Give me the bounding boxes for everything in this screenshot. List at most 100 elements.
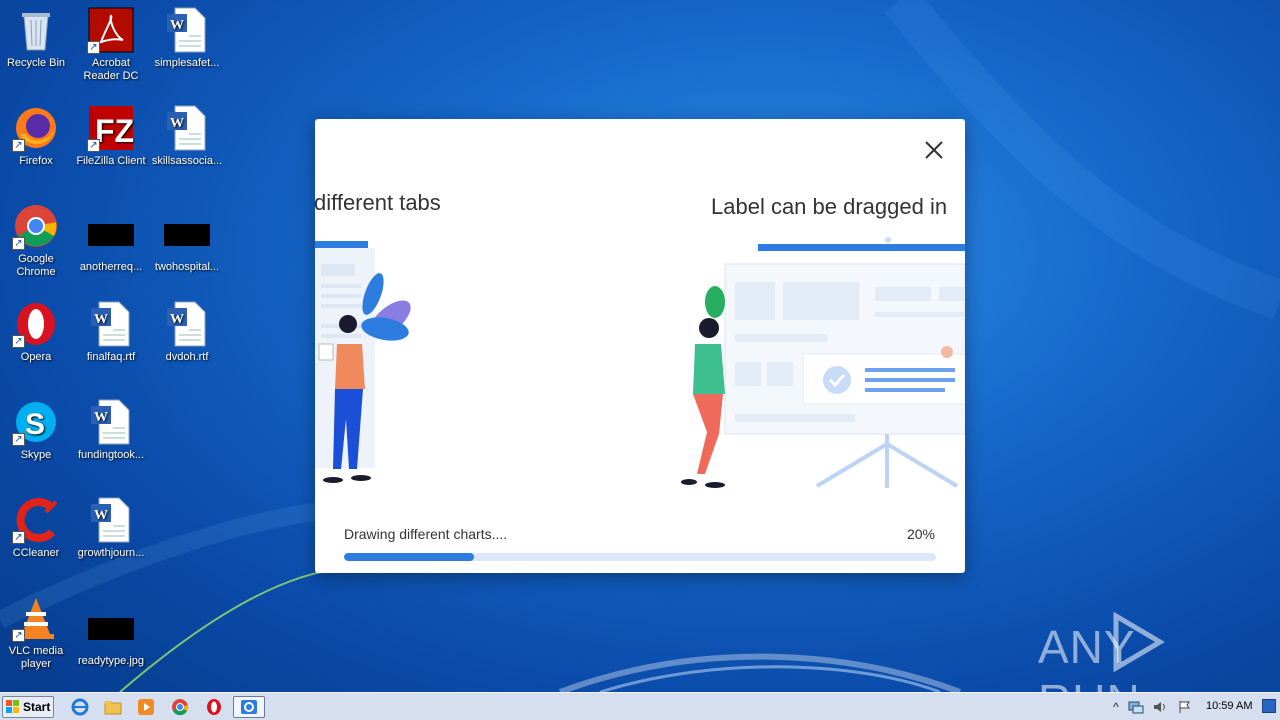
progress-bar-fill	[344, 553, 475, 561]
action-center-icon[interactable]	[1128, 699, 1144, 715]
desktop-icon-vlc[interactable]: ↗ VLC media player	[0, 594, 74, 671]
desktop-icon-anotherreq[interactable]: anotherreq...	[73, 210, 149, 274]
drag-label-illustration	[681, 237, 965, 488]
desktop-icon-label: Recycle Bin	[6, 57, 66, 69]
svg-text:W: W	[94, 312, 108, 327]
desktop-icon-finalfaq-doc[interactable]: W finalfaq.rtf	[73, 300, 149, 364]
chrome-icon: ↗	[12, 202, 60, 250]
desktop-icon-label: Firefox	[19, 155, 53, 167]
desktop-icon-label: skillsassocia...	[151, 155, 223, 167]
taskbar-opera[interactable]	[200, 696, 228, 718]
loading-status-text: Drawing different charts....	[344, 526, 508, 542]
svg-text:W: W	[170, 18, 184, 33]
opera-icon: ↗	[12, 300, 60, 348]
flag-icon[interactable]	[1177, 699, 1193, 715]
desktop-icon-firefox[interactable]: ↗ Firefox	[0, 104, 74, 168]
taskbar-internet-explorer[interactable]	[66, 696, 94, 718]
desktop-icon-label: CCleaner	[12, 547, 60, 559]
shortcut-arrow-icon: ↗	[12, 531, 25, 544]
shortcut-arrow-icon: ↗	[12, 139, 25, 152]
slide-title-right: Label can be dragged in	[711, 194, 948, 219]
opera-icon	[207, 699, 221, 715]
system-clock[interactable]: 10:59 AM	[1206, 700, 1252, 712]
desktop-icon-label: Skype	[20, 449, 52, 461]
taskbar: Start ^ 10:59 AM	[0, 692, 1280, 720]
tabs-illustration	[315, 241, 411, 483]
desktop-icon-simplesafety-doc[interactable]: W simplesafet...	[149, 6, 225, 70]
desktop-icon-fundingtook-doc[interactable]: W fundingtook...	[73, 398, 149, 462]
windows-logo-icon	[6, 700, 19, 713]
desktop-icon-growthjourn-doc[interactable]: W growthjourn...	[73, 496, 149, 560]
word-document-icon: W	[87, 300, 135, 348]
word-document-icon: W	[87, 398, 135, 446]
folder-icon	[104, 701, 122, 715]
redacted-thumbnail	[164, 224, 210, 246]
onboarding-loading-dialog: different tabs Label can be dragged in D…	[315, 119, 965, 573]
play-logo-icon	[1113, 612, 1165, 672]
desktop-icon-label: Acrobat Reader DC	[83, 57, 139, 82]
desktop-icon-twohospital[interactable]: twohospital...	[149, 210, 225, 274]
desktop-icon-skype[interactable]: S ↗ Skype	[0, 398, 74, 462]
desktop-icon-google-chrome[interactable]: ↗ Google Chrome	[0, 202, 74, 279]
shortcut-arrow-icon: ↗	[12, 433, 25, 446]
desktop-icon-label: finalfaq.rtf	[86, 351, 136, 363]
desktop-icon-readytype[interactable]: readytype.jpg	[73, 604, 149, 668]
desktop-icon-label: VLC media player	[8, 645, 64, 670]
desktop-icon-dvdoh-doc[interactable]: W dvdoh.rtf	[149, 300, 225, 364]
shortcut-arrow-icon: ↗	[87, 139, 100, 152]
shortcut-arrow-icon: ↗	[12, 335, 25, 348]
app-window-icon	[241, 700, 257, 714]
desktop-icon-ccleaner[interactable]: ↗ CCleaner	[0, 496, 74, 560]
media-player-icon	[138, 699, 154, 715]
word-document-icon: W	[163, 300, 211, 348]
progress-percent-label: 20%	[906, 526, 935, 542]
desktop-icon-label: fundingtook...	[77, 449, 145, 461]
desktop-icon-recycle-bin[interactable]: Recycle Bin	[0, 6, 74, 70]
word-document-icon: W	[163, 104, 211, 152]
show-hidden-icons-button[interactable]: ^	[1108, 699, 1124, 715]
svg-text:S: S	[25, 408, 45, 441]
desktop-icon-label: simplesafet...	[154, 57, 220, 69]
desktop-icon-label: growthjourn...	[77, 547, 145, 559]
desktop-icon-opera[interactable]: ↗ Opera	[0, 300, 74, 364]
anyrun-watermark: ANY RUN	[1038, 608, 1238, 720]
slide-title-left: different tabs	[315, 190, 441, 215]
ccleaner-icon: ↗	[12, 496, 60, 544]
desktop-icon-filezilla[interactable]: FZ ↗ FileZilla Client	[73, 104, 149, 168]
desktop-icon-label: readytype.jpg	[77, 655, 145, 667]
svg-text:W: W	[94, 508, 108, 523]
taskbar-active-app[interactable]	[233, 696, 265, 718]
desktop-icon-label: Google Chrome	[16, 253, 56, 278]
desktop-icon-label: Opera	[20, 351, 52, 363]
svg-text:FZ: FZ	[95, 113, 134, 149]
redacted-thumbnail	[88, 618, 134, 640]
svg-text:W: W	[94, 410, 108, 425]
redacted-thumbnail	[88, 224, 134, 246]
close-icon	[925, 141, 943, 159]
desktop-icon-label: anotherreq...	[79, 261, 143, 273]
desktop-icon-acrobat-reader[interactable]: ↗ Acrobat Reader DC	[73, 6, 149, 83]
desktop-icon-label: twohospital...	[154, 261, 220, 273]
close-button[interactable]	[921, 137, 947, 163]
shortcut-arrow-icon: ↗	[12, 629, 25, 642]
desktop-icon-area: Recycle Bin ↗ Acrobat Reader DC W simple…	[0, 0, 300, 692]
skype-icon: S ↗	[12, 398, 60, 446]
taskbar-media-player[interactable]	[132, 696, 160, 718]
vlc-cone-icon: ↗	[12, 594, 60, 642]
desktop-icon-label: dvdoh.rtf	[165, 351, 209, 363]
progress-bar	[344, 553, 936, 561]
taskbar-chrome[interactable]	[166, 696, 194, 718]
chrome-icon	[172, 699, 189, 716]
volume-icon[interactable]	[1152, 699, 1168, 715]
shortcut-arrow-icon: ↗	[12, 237, 25, 250]
start-button[interactable]: Start	[2, 696, 54, 718]
firefox-icon: ↗	[12, 104, 60, 152]
shortcut-arrow-icon: ↗	[87, 41, 100, 54]
desktop-icon-label: FileZilla Client	[76, 155, 146, 167]
show-desktop-button[interactable]	[1262, 699, 1276, 713]
desktop-icon-skillsassocia-doc[interactable]: W skillsassocia...	[149, 104, 225, 168]
acrobat-reader-icon: ↗	[87, 6, 135, 54]
taskbar-file-explorer[interactable]	[99, 696, 127, 718]
word-document-icon: W	[163, 6, 211, 54]
internet-explorer-icon	[71, 698, 89, 716]
